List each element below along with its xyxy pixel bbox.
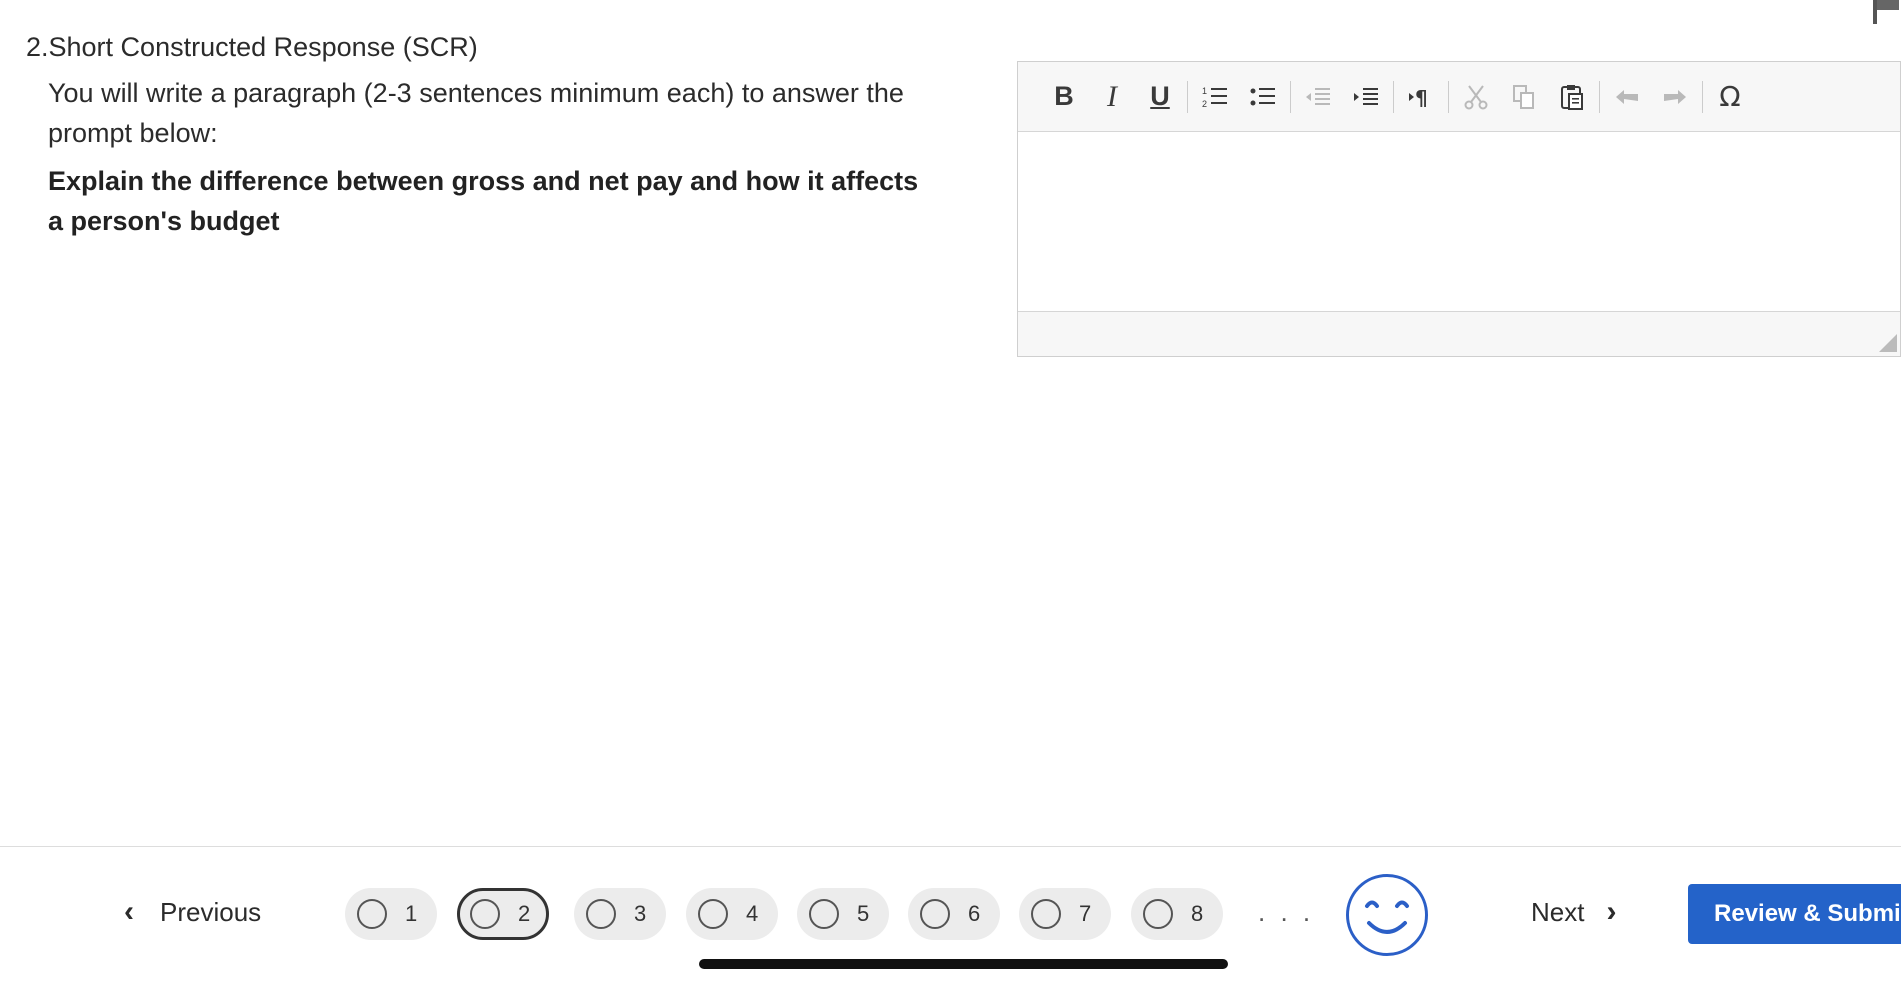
- question-number: 4: [746, 901, 759, 926]
- redo-button[interactable]: [1651, 73, 1699, 121]
- chevron-left-icon: ‹: [124, 895, 134, 928]
- underline-button[interactable]: U: [1136, 73, 1184, 121]
- cut-icon: [1464, 84, 1488, 109]
- special-character-icon: Ω: [1719, 80, 1741, 113]
- home-indicator: [699, 959, 1228, 969]
- question-pill-3[interactable]: 3: [574, 888, 666, 940]
- increase-indent-icon: [1354, 87, 1378, 105]
- next-button[interactable]: Next ›: [1531, 892, 1616, 932]
- question-number: 2: [518, 901, 531, 926]
- question-number: 8: [1191, 901, 1204, 926]
- special-character-button[interactable]: Ω: [1706, 73, 1754, 121]
- question-number: 6: [968, 901, 981, 926]
- paste-button[interactable]: [1548, 73, 1596, 121]
- underline-icon: U: [1150, 81, 1170, 111]
- question-pill-6[interactable]: 6: [908, 888, 1000, 940]
- question-title: 2.Short Constructed Response (SCR): [26, 32, 478, 62]
- unanswered-circle-icon: [470, 899, 500, 929]
- previous-button[interactable]: ‹ Previous: [124, 892, 261, 932]
- more-questions-ellipsis[interactable]: . . .: [1258, 897, 1314, 928]
- question-pill-5[interactable]: 5: [797, 888, 889, 940]
- toolbar-separator: [1187, 80, 1188, 113]
- svg-text:¶: ¶: [1415, 86, 1428, 110]
- italic-icon: I: [1107, 79, 1117, 113]
- response-editor: B I U 1 2 ¶ Ω: [1017, 61, 1901, 357]
- unanswered-circle-icon: [1143, 899, 1173, 929]
- numbered-list-icon: 1 2: [1202, 86, 1227, 109]
- toolbar-separator: [1599, 80, 1600, 113]
- next-label: Next: [1531, 896, 1585, 927]
- editor-status-bar: [1018, 311, 1900, 356]
- question-pill-7[interactable]: 7: [1019, 888, 1111, 940]
- question-instructions: You will write a paragraph (2-3 sentence…: [48, 78, 904, 148]
- undo-icon: [1616, 89, 1638, 104]
- toolbar-separator: [1702, 80, 1703, 113]
- italic-button[interactable]: I: [1088, 73, 1136, 121]
- editor-toolbar: B I U 1 2 ¶ Ω: [1018, 62, 1900, 132]
- question-prompt: Explain the difference between gross and…: [48, 166, 919, 236]
- copy-icon: [1513, 84, 1534, 109]
- question-pill-1[interactable]: 1: [345, 888, 437, 940]
- svg-text:1: 1: [1202, 86, 1207, 96]
- question-pill-4[interactable]: 4: [686, 888, 778, 940]
- text-direction-button[interactable]: ¶: [1397, 73, 1445, 121]
- unanswered-circle-icon: [698, 899, 728, 929]
- undo-button[interactable]: [1603, 73, 1651, 121]
- decrease-indent-button[interactable]: [1294, 73, 1342, 121]
- smiley-face-icon: [1365, 900, 1409, 934]
- increase-indent-button[interactable]: [1342, 73, 1390, 121]
- toolbar-separator: [1393, 80, 1394, 113]
- smiley-face-button[interactable]: [1346, 874, 1428, 956]
- previous-label: Previous: [160, 896, 262, 927]
- bulleted-list-icon: [1250, 87, 1275, 105]
- question-number: 1: [405, 901, 418, 926]
- resize-handle-icon[interactable]: [1879, 334, 1897, 352]
- paste-icon: [1561, 84, 1583, 110]
- question-number: 5: [857, 901, 870, 926]
- question-number: 7: [1079, 901, 1092, 926]
- unanswered-circle-icon: [357, 899, 387, 929]
- editor-text-area[interactable]: [1018, 132, 1900, 310]
- question-number: 3: [634, 901, 647, 926]
- unanswered-circle-icon: [1031, 899, 1061, 929]
- chevron-right-icon: ›: [1606, 895, 1617, 928]
- unanswered-circle-icon: [809, 899, 839, 929]
- redo-icon: [1664, 89, 1686, 104]
- svg-text:2: 2: [1202, 99, 1207, 109]
- bulleted-list-button[interactable]: [1239, 73, 1287, 121]
- toolbar-separator: [1448, 80, 1449, 113]
- text-direction-icon: ¶: [1409, 86, 1428, 110]
- numbered-list-button[interactable]: 1 2: [1191, 73, 1239, 121]
- copy-button[interactable]: [1500, 73, 1548, 121]
- question-pill-8[interactable]: 8: [1131, 888, 1223, 940]
- cut-button[interactable]: [1452, 73, 1500, 121]
- bold-icon: B: [1054, 81, 1074, 111]
- unanswered-circle-icon: [920, 899, 950, 929]
- review-submit-button[interactable]: Review & Submit: [1688, 884, 1901, 944]
- decrease-indent-icon: [1306, 87, 1330, 105]
- bold-button[interactable]: B: [1040, 73, 1088, 121]
- toolbar-separator: [1290, 80, 1291, 113]
- question-pill-2-current[interactable]: 2: [457, 888, 549, 940]
- flag-icon[interactable]: [1871, 0, 1901, 24]
- unanswered-circle-icon: [586, 899, 616, 929]
